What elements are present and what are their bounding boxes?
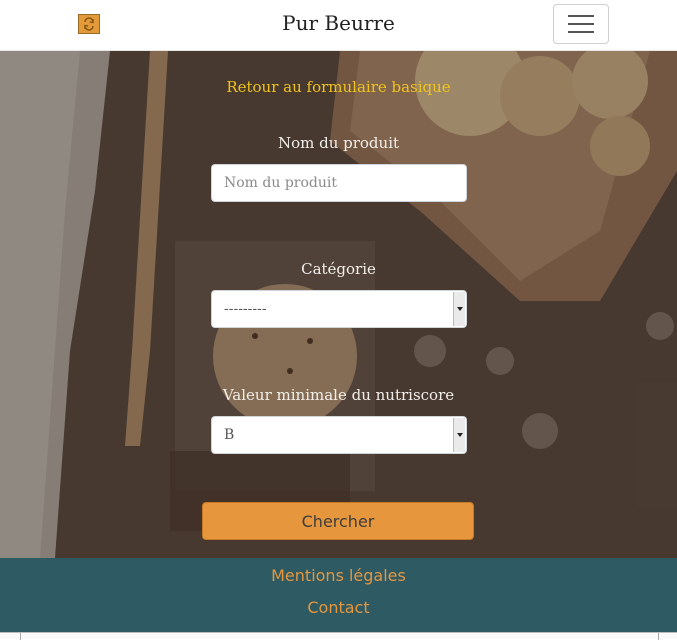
chevron-down-icon (453, 292, 465, 326)
brand-title[interactable]: Pur Beurre (282, 11, 395, 35)
chevron-down-icon (453, 418, 465, 452)
nutriscore-label: Valeur minimale du nutriscore (222, 386, 455, 404)
category-selected-value: --------- (224, 301, 267, 317)
navbar: Pur Beurre (0, 0, 677, 51)
hamburger-menu-icon[interactable] (553, 4, 609, 44)
legal-notice-link[interactable]: Mentions légales (271, 566, 406, 585)
product-name-placeholder: Nom du produit (224, 175, 337, 191)
nutriscore-selected-value: B (224, 427, 235, 443)
back-to-basic-form-link[interactable]: Retour au formulaire basique (226, 78, 450, 96)
contact-link[interactable]: Contact (307, 598, 369, 617)
category-select[interactable]: --------- (211, 290, 467, 328)
swap-icon[interactable] (78, 14, 100, 34)
bottom-divider (0, 632, 677, 640)
product-name-label: Nom du produit (277, 134, 400, 152)
footer: Mentions légales Contact (0, 558, 677, 632)
search-button[interactable]: Chercher (202, 502, 474, 540)
product-name-input[interactable]: Nom du produit (211, 164, 467, 202)
nutriscore-select[interactable]: B (211, 416, 467, 454)
search-hero: Retour au formulaire basique Nom du prod… (0, 51, 677, 558)
category-label: Catégorie (301, 260, 376, 278)
